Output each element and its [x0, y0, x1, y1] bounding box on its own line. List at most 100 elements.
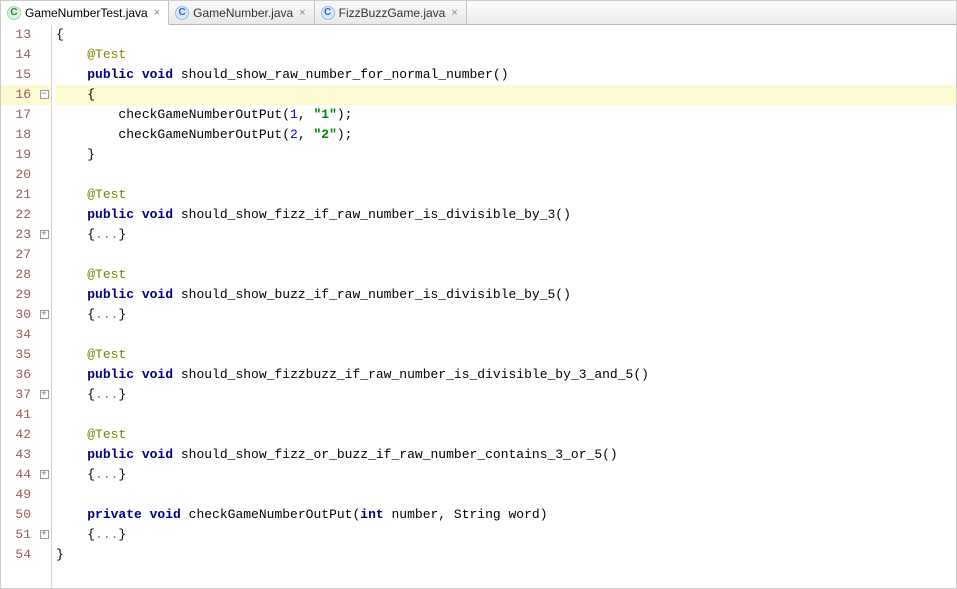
code-token: "1" — [313, 107, 336, 122]
close-icon[interactable]: × — [297, 7, 307, 19]
code-line[interactable]: checkGameNumberOutPut(2, "2"); — [56, 125, 956, 145]
close-icon[interactable]: × — [449, 7, 459, 19]
code-line[interactable]: public void should_show_fizz_if_raw_numb… — [56, 205, 956, 225]
gutter-row: 44+ — [1, 465, 51, 485]
code-line[interactable]: { — [56, 25, 956, 45]
line-number: 23 — [11, 225, 31, 245]
code-token — [56, 67, 87, 82]
code-line[interactable]: public void should_show_buzz_if_raw_numb… — [56, 285, 956, 305]
line-number: 30 — [11, 305, 31, 325]
code-line[interactable]: {...} — [56, 465, 956, 485]
code-token: number, String word) — [384, 507, 548, 522]
java-class-icon: C — [175, 6, 189, 20]
gutter-row: 17 — [1, 105, 51, 125]
fold-expand-icon[interactable]: + — [40, 470, 49, 479]
tab-label: GameNumber.java — [193, 6, 293, 20]
fold-expand-icon[interactable]: + — [40, 310, 49, 319]
code-line[interactable] — [56, 165, 956, 185]
line-number: 16 — [11, 85, 31, 105]
code-token: checkGameNumberOutPut( — [181, 507, 360, 522]
code-line[interactable]: @Test — [56, 425, 956, 445]
line-number: 43 — [11, 445, 31, 465]
line-number: 19 — [11, 145, 31, 165]
fold-expand-icon[interactable]: + — [40, 390, 49, 399]
code-line[interactable] — [56, 245, 956, 265]
gutter-row: 49 — [1, 485, 51, 505]
code-token: public void — [87, 67, 173, 82]
code-token: ... — [95, 467, 118, 482]
line-number: 20 — [11, 165, 31, 185]
line-number: 51 — [11, 525, 31, 545]
code-line[interactable]: checkGameNumberOutPut(1, "1"); — [56, 105, 956, 125]
code-line[interactable] — [56, 405, 956, 425]
tab-gamenumbertest-java[interactable]: CGameNumberTest.java× — [1, 1, 169, 25]
code-token: 2 — [290, 127, 298, 142]
code-token: checkGameNumberOutPut( — [56, 127, 290, 142]
line-number: 41 — [11, 405, 31, 425]
code-token: @Test — [87, 267, 126, 282]
line-number: 49 — [11, 485, 31, 505]
gutter-row: 18 — [1, 125, 51, 145]
line-number: 36 — [11, 365, 31, 385]
gutter-row: 21 — [1, 185, 51, 205]
fold-expand-icon[interactable]: + — [40, 230, 49, 239]
code-token: } — [118, 467, 126, 482]
code-line[interactable]: {...} — [56, 525, 956, 545]
gutter-row: 36 — [1, 365, 51, 385]
code-line[interactable] — [56, 325, 956, 345]
tab-gamenumber-java[interactable]: C GameNumber.java × — [169, 1, 314, 24]
code-line[interactable]: public void should_show_raw_number_for_n… — [56, 65, 956, 85]
java-class-icon: C — [321, 6, 335, 20]
editor-tabs: CGameNumberTest.java×CGameNumber.java×CF… — [1, 1, 956, 25]
code-line[interactable]: } — [56, 545, 956, 565]
line-number: 14 — [11, 45, 31, 65]
code-line[interactable]: public void should_show_fizzbuzz_if_raw_… — [56, 365, 956, 385]
gutter-row: 15 — [1, 65, 51, 85]
gutter-row: 13 — [1, 25, 51, 45]
fold-expand-icon[interactable]: + — [40, 530, 49, 539]
code-line[interactable]: @Test — [56, 45, 956, 65]
line-number: 18 — [11, 125, 31, 145]
code-line[interactable]: {...} — [56, 305, 956, 325]
gutter-row: 34 — [1, 325, 51, 345]
gutter-row: 28 — [1, 265, 51, 285]
close-icon[interactable]: × — [152, 7, 162, 19]
code-token: , — [298, 127, 314, 142]
gutter-row: 14 — [1, 45, 51, 65]
code-token: } — [56, 547, 64, 562]
code-editor[interactable]: 13141516−17181920212223+27282930+3435363… — [1, 25, 956, 588]
code-line[interactable]: private void checkGameNumberOutPut(int n… — [56, 505, 956, 525]
code-token: private void — [87, 507, 181, 522]
code-token: } — [56, 147, 95, 162]
code-token: checkGameNumberOutPut( — [56, 107, 290, 122]
code-line[interactable]: @Test — [56, 185, 956, 205]
code-line[interactable]: { — [56, 85, 956, 105]
gutter-row: 27 — [1, 245, 51, 265]
code-line[interactable]: {...} — [56, 385, 956, 405]
code-line[interactable]: {...} — [56, 225, 956, 245]
code-token: { — [56, 527, 95, 542]
code-token: } — [118, 527, 126, 542]
code-token: should_show_fizz_if_raw_number_is_divisi… — [173, 207, 571, 222]
code-area[interactable]: { @Test public void should_show_raw_numb… — [52, 25, 956, 588]
code-token: { — [56, 307, 95, 322]
line-number: 17 — [11, 105, 31, 125]
code-token: should_show_fizz_or_buzz_if_raw_number_c… — [173, 447, 618, 462]
code-line[interactable]: @Test — [56, 345, 956, 365]
line-number: 21 — [11, 185, 31, 205]
code-line[interactable]: public void should_show_fizz_or_buzz_if_… — [56, 445, 956, 465]
code-line[interactable]: } — [56, 145, 956, 165]
tab-label: FizzBuzzGame.java — [339, 6, 446, 20]
code-token: { — [56, 387, 95, 402]
fold-collapse-icon[interactable]: − — [40, 90, 49, 99]
code-token — [56, 427, 87, 442]
code-line[interactable] — [56, 485, 956, 505]
code-token: ... — [95, 307, 118, 322]
code-line[interactable]: @Test — [56, 265, 956, 285]
code-token — [56, 207, 87, 222]
tab-fizzbuzzgame-java[interactable]: C FizzBuzzGame.java× — [315, 1, 467, 24]
gutter-row: 37+ — [1, 385, 51, 405]
code-token — [56, 447, 87, 462]
code-token: ... — [95, 527, 118, 542]
gutter-row: 51 + — [1, 525, 51, 545]
